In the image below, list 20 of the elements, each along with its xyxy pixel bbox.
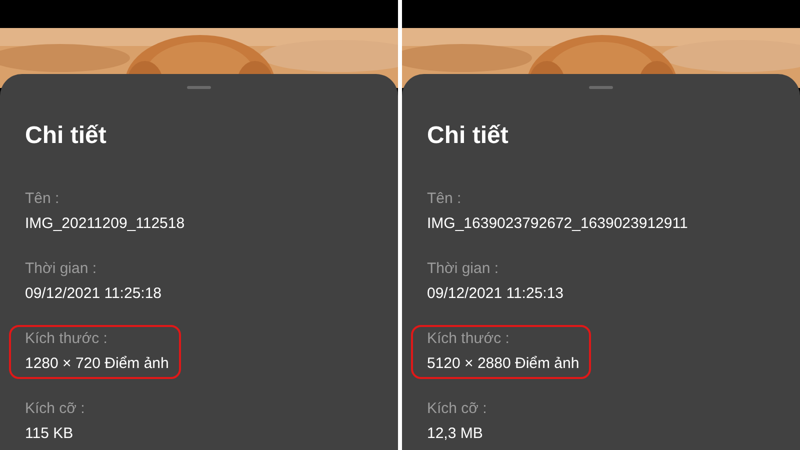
field-label: Kích thước : [427,329,510,349]
field-label: Kích cỡ : [25,399,85,419]
drag-handle[interactable] [589,86,613,89]
field-label: Tên : [427,189,462,209]
field-value: IMG_1639023792672_1639023912911 [427,214,688,234]
field-label: Tên : [25,189,60,209]
field-value: 12,3 MB [427,424,484,444]
field-value: 09/12/2021 11:25:18 [25,284,162,304]
sheet-title: Chi tiết [25,122,108,150]
field-label: Thời gian : [25,259,98,279]
field-value: IMG_20211209_112518 [25,214,185,234]
field-label: Kích cỡ : [427,399,487,419]
field-value: 1280 × 720 Điểm ảnh [25,354,169,374]
sheet-title: Chi tiết [427,122,510,150]
field-value: 09/12/2021 11:25:13 [427,284,564,304]
field-label: Thời gian : [427,259,500,279]
field-value: 115 KB [25,424,74,444]
drag-handle[interactable] [187,86,211,89]
field-value: 5120 × 2880 Điểm ảnh [427,354,580,374]
field-label: Kích thước : [25,329,108,349]
